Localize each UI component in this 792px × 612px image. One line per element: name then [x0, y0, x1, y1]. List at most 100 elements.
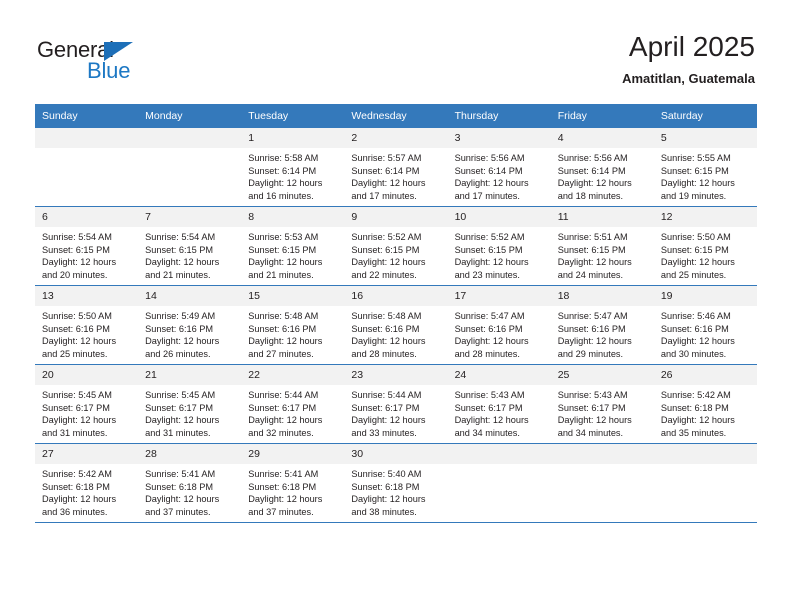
calendar-day-cell[interactable]: 7 Sunrise: 5:54 AM Sunset: 6:15 PM Daylight…: [138, 206, 242, 286]
calendar-cell-inner: [35, 128, 139, 206]
weekday-header-tuesday: Tuesday: [241, 104, 345, 128]
sunrise-text: Sunrise: 5:57 AM: [351, 153, 422, 163]
day-number: 24: [447, 365, 551, 385]
daylight-hours-text: Daylight: 12 hours: [454, 415, 529, 426]
calendar-day-cell[interactable]: 17 Sunrise: 5:47 AM Sunset: 6:16 PM Dayligh…: [447, 285, 551, 365]
calendar-cell-inner: 26 Sunrise: 5:42 AM Sunset: 6:18 PM Dayligh…: [653, 365, 757, 443]
calendar-cell-inner: 12 Sunrise: 5:50 AM Sunset: 6:15 PM Dayligh…: [653, 207, 757, 285]
calendar-day-cell[interactable]: 9 Sunrise: 5:52 AM Sunset: 6:15 PM Daylight…: [344, 206, 448, 286]
daylight-minutes-text: and 28 minutes.: [351, 348, 417, 359]
calendar-day-cell[interactable]: 3 Sunrise: 5:56 AM Sunset: 6:14 PM Daylight…: [447, 128, 551, 207]
daylight-minutes-text: and 20 minutes.: [42, 269, 108, 280]
calendar-cell-inner: [138, 128, 242, 206]
day-number: 11: [550, 207, 654, 227]
daylight-hours-text: Daylight: 12 hours: [248, 415, 323, 426]
calendar-day-cell[interactable]: 28 Sunrise: 5:41 AM Sunset: 6:18 PM Dayligh…: [138, 443, 242, 523]
calendar-week-row: 27 Sunrise: 5:42 AM Sunset: 6:18 PM Dayligh…: [35, 443, 757, 523]
sunset-text: Sunset: 6:17 PM: [454, 402, 523, 413]
weekday-header-thursday: Thursday: [447, 104, 551, 128]
sunrise-text: Sunrise: 5:43 AM: [557, 390, 628, 400]
sunset-text: Sunset: 6:15 PM: [248, 244, 317, 255]
calendar-day-cell[interactable]: 5 Sunrise: 5:55 AM Sunset: 6:15 PM Daylight…: [653, 128, 757, 207]
day-number: [550, 444, 654, 464]
sunset-text: Sunset: 6:18 PM: [660, 402, 729, 413]
daylight-minutes-text: and 23 minutes.: [454, 269, 520, 280]
sunrise-text: Sunrise: 5:46 AM: [660, 311, 731, 321]
calendar-day-cell[interactable]: 13 Sunrise: 5:50 AM Sunset: 6:16 PM Dayligh…: [35, 285, 139, 365]
calendar-cell-inner: 15 Sunrise: 5:48 AM Sunset: 6:16 PM Dayligh…: [241, 286, 345, 364]
calendar-day-cell[interactable]: 25 Sunrise: 5:43 AM Sunset: 6:17 PM Dayligh…: [550, 364, 654, 444]
calendar-day-cell[interactable]: 27 Sunrise: 5:42 AM Sunset: 6:18 PM Dayligh…: [35, 443, 139, 523]
calendar-cell-inner: [550, 444, 654, 522]
calendar-day-cell[interactable]: 12 Sunrise: 5:50 AM Sunset: 6:15 PM Dayligh…: [653, 206, 757, 286]
sunset-text: Sunset: 6:15 PM: [660, 165, 729, 176]
calendar-cell-inner: [447, 444, 551, 522]
day-details: Sunrise: 5:43 AM Sunset: 6:17 PM Daylight:…: [448, 385, 551, 439]
calendar-day-cell[interactable]: 29 Sunrise: 5:41 AM Sunset: 6:18 PM Dayligh…: [241, 443, 345, 523]
daylight-hours-text: Daylight: 12 hours: [145, 336, 220, 347]
daylight-minutes-text: and 21 minutes.: [248, 269, 314, 280]
calendar-day-cell[interactable]: 4 Sunrise: 5:56 AM Sunset: 6:14 PM Daylight…: [550, 128, 654, 207]
calendar-day-cell[interactable]: 2 Sunrise: 5:57 AM Sunset: 6:14 PM Daylight…: [344, 128, 448, 207]
sunset-text: Sunset: 6:17 PM: [42, 402, 110, 413]
sunset-text: Sunset: 6:17 PM: [557, 402, 626, 413]
day-details: Sunrise: 5:50 AM Sunset: 6:16 PM Daylight:…: [35, 306, 138, 360]
calendar-day-cell[interactable]: 24 Sunrise: 5:43 AM Sunset: 6:17 PM Dayligh…: [447, 364, 551, 444]
day-number: 10: [447, 207, 551, 227]
sunset-text: Sunset: 6:14 PM: [351, 165, 420, 176]
calendar-cell-inner: 24 Sunrise: 5:43 AM Sunset: 6:17 PM Dayligh…: [447, 365, 551, 443]
calendar-cell-inner: 20 Sunrise: 5:45 AM Sunset: 6:17 PM Dayligh…: [35, 365, 139, 443]
daylight-hours-text: Daylight: 12 hours: [351, 257, 426, 268]
general-blue-logo[interactable]: General Blue: [37, 37, 167, 85]
daylight-hours-text: Daylight: 12 hours: [248, 257, 323, 268]
calendar-cell-inner: 2 Sunrise: 5:57 AM Sunset: 6:14 PM Daylight…: [344, 128, 448, 206]
daylight-minutes-text: and 32 minutes.: [248, 427, 314, 438]
sunrise-text: Sunrise: 5:44 AM: [248, 390, 319, 400]
calendar-day-cell[interactable]: 18 Sunrise: 5:47 AM Sunset: 6:16 PM Dayligh…: [550, 285, 654, 365]
day-details: Sunrise: 5:55 AM Sunset: 6:15 PM Daylight:…: [654, 148, 757, 202]
calendar-day-cell[interactable]: 21 Sunrise: 5:45 AM Sunset: 6:17 PM Dayligh…: [138, 364, 242, 444]
calendar-day-cell[interactable]: 16 Sunrise: 5:48 AM Sunset: 6:16 PM Dayligh…: [344, 285, 448, 365]
daylight-hours-text: Daylight: 12 hours: [660, 336, 735, 347]
calendar-day-cell[interactable]: 19 Sunrise: 5:46 AM Sunset: 6:16 PM Dayligh…: [653, 285, 757, 365]
calendar-cell-inner: 19 Sunrise: 5:46 AM Sunset: 6:16 PM Dayligh…: [653, 286, 757, 364]
weekday-header-friday: Friday: [550, 104, 654, 128]
calendar-day-cell[interactable]: 20 Sunrise: 5:45 AM Sunset: 6:17 PM Dayligh…: [35, 364, 139, 444]
sunset-text: Sunset: 6:18 PM: [42, 481, 110, 492]
day-number: 9: [344, 207, 448, 227]
daylight-hours-text: Daylight: 12 hours: [454, 336, 529, 347]
sunset-text: Sunset: 6:18 PM: [248, 481, 317, 492]
day-details: Sunrise: 5:56 AM Sunset: 6:14 PM Daylight:…: [448, 148, 551, 202]
calendar-day-cell[interactable]: 26 Sunrise: 5:42 AM Sunset: 6:18 PM Dayligh…: [653, 364, 757, 444]
calendar-day-cell[interactable]: 23 Sunrise: 5:44 AM Sunset: 6:17 PM Dayligh…: [344, 364, 448, 444]
sunset-text: Sunset: 6:17 PM: [145, 402, 214, 413]
logo-text-blue: Blue: [87, 58, 131, 83]
calendar-day-cell[interactable]: 15 Sunrise: 5:48 AM Sunset: 6:16 PM Dayligh…: [241, 285, 345, 365]
sunrise-text: Sunrise: 5:52 AM: [351, 232, 422, 242]
calendar-cell-empty: [653, 443, 757, 523]
calendar-day-cell[interactable]: 8 Sunrise: 5:53 AM Sunset: 6:15 PM Daylight…: [241, 206, 345, 286]
daylight-minutes-text: and 36 minutes.: [42, 506, 108, 517]
day-details: Sunrise: 5:54 AM Sunset: 6:15 PM Daylight:…: [35, 227, 138, 281]
day-details: Sunrise: 5:53 AM Sunset: 6:15 PM Daylight:…: [241, 227, 344, 281]
page-subtitle: Amatitlan, Guatemala: [622, 71, 755, 86]
calendar-day-cell[interactable]: 6 Sunrise: 5:54 AM Sunset: 6:15 PM Daylight…: [35, 206, 139, 286]
calendar-week-row: 6 Sunrise: 5:54 AM Sunset: 6:15 PM Daylight…: [35, 206, 757, 286]
calendar-day-cell[interactable]: 14 Sunrise: 5:49 AM Sunset: 6:16 PM Dayligh…: [138, 285, 242, 365]
daylight-hours-text: Daylight: 12 hours: [145, 494, 220, 505]
sunrise-text: Sunrise: 5:52 AM: [454, 232, 525, 242]
calendar-day-cell[interactable]: 10 Sunrise: 5:52 AM Sunset: 6:15 PM Dayligh…: [447, 206, 551, 286]
calendar-day-cell[interactable]: 1 Sunrise: 5:58 AM Sunset: 6:14 PM Daylight…: [241, 128, 345, 207]
calendar-cell-inner: 1 Sunrise: 5:58 AM Sunset: 6:14 PM Daylight…: [241, 128, 345, 206]
daylight-hours-text: Daylight: 12 hours: [248, 336, 323, 347]
daylight-hours-text: Daylight: 12 hours: [351, 415, 426, 426]
calendar-cell-inner: 11 Sunrise: 5:51 AM Sunset: 6:15 PM Dayligh…: [550, 207, 654, 285]
sunrise-text: Sunrise: 5:45 AM: [145, 390, 216, 400]
daylight-hours-text: Daylight: 12 hours: [42, 494, 117, 505]
day-details: Sunrise: 5:46 AM Sunset: 6:16 PM Daylight:…: [654, 306, 757, 360]
calendar-day-cell[interactable]: 11 Sunrise: 5:51 AM Sunset: 6:15 PM Dayligh…: [550, 206, 654, 286]
calendar-day-cell[interactable]: 30 Sunrise: 5:40 AM Sunset: 6:18 PM Dayligh…: [344, 443, 448, 523]
daylight-hours-text: Daylight: 12 hours: [42, 257, 117, 268]
calendar-cell-inner: 30 Sunrise: 5:40 AM Sunset: 6:18 PM Dayligh…: [344, 444, 448, 522]
calendar-day-cell[interactable]: 22 Sunrise: 5:44 AM Sunset: 6:17 PM Dayligh…: [241, 364, 345, 444]
